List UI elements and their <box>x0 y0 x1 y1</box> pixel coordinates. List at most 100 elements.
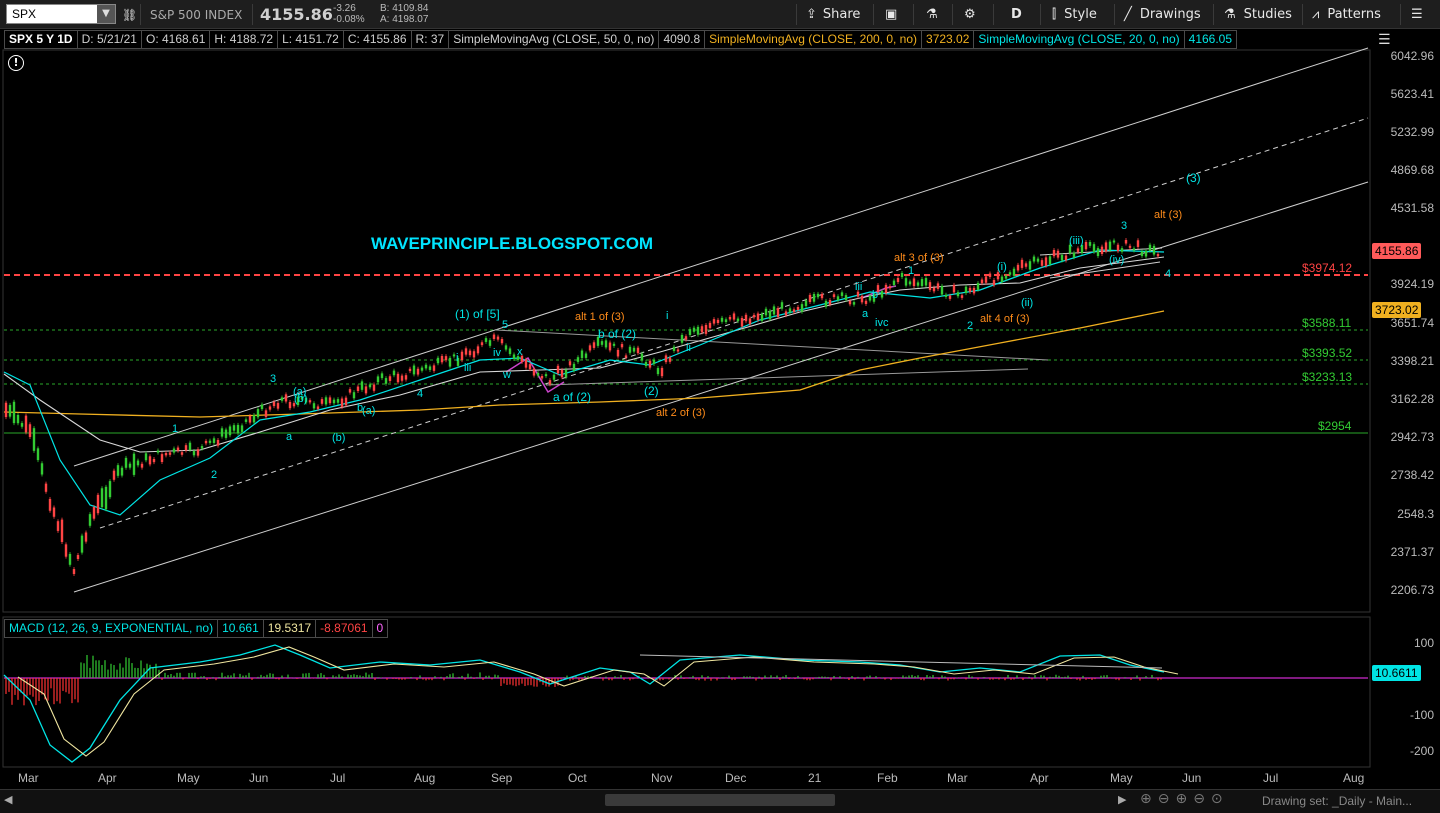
candle-body <box>924 278 928 286</box>
candle-body <box>80 535 84 553</box>
candle-body <box>780 302 784 309</box>
candle-body <box>740 317 744 327</box>
zoom-controls[interactable]: ⊕⊖⊕⊖⊙ <box>1140 791 1229 807</box>
price-axis-label: 3651.74 <box>1390 316 1434 330</box>
wave-label: a of (2) <box>553 390 592 404</box>
candle-body <box>244 419 248 422</box>
wave-label: 2 <box>967 320 974 332</box>
menu-button[interactable]: ☰ <box>1411 0 1423 29</box>
candle-body <box>572 363 576 371</box>
index-name: S&P 500 INDEX <box>150 7 243 22</box>
wave-label: alt 1 of (3) <box>575 311 625 323</box>
candle-body <box>76 555 80 559</box>
candle-body <box>368 384 372 388</box>
macd-panel-border <box>2 616 1371 768</box>
candle-body <box>848 300 852 305</box>
candle-body <box>624 355 628 358</box>
wave-label: ivc <box>875 317 889 329</box>
candle-body <box>648 360 652 368</box>
candle-body <box>152 458 156 463</box>
candle-body <box>4 402 8 418</box>
candle-body <box>836 296 840 301</box>
sma200-label[interactable]: SimpleMovingAvg (CLOSE, 200, 0, no) <box>704 30 923 49</box>
candle-body <box>1088 242 1092 246</box>
candle-body <box>404 375 408 380</box>
share-button[interactable]: ⇪ Share <box>806 0 860 29</box>
candle-body <box>312 403 316 409</box>
pencil-icon: ╱ <box>1124 7 1132 22</box>
candle-body <box>52 507 56 517</box>
candle-body <box>656 368 660 375</box>
time-axis-label: 21 <box>808 771 822 785</box>
wave-label: 5 <box>502 319 509 331</box>
horizontal-scrollbar[interactable] <box>605 794 835 806</box>
symbol-input[interactable]: SPX ▼ <box>6 4 116 24</box>
sma20-value: 4166.05 <box>1183 30 1238 49</box>
sma50-value: 4090.8 <box>658 30 706 49</box>
candle-body <box>896 278 900 283</box>
last-price-tag: 4155.86 <box>1372 243 1422 259</box>
candle-body <box>336 399 340 403</box>
price-axis-label: 2942.73 <box>1390 430 1434 444</box>
change-value: -3.26 <box>333 3 356 14</box>
time-axis-label: May <box>177 771 200 785</box>
macd-axis-neg200: -200 <box>1409 744 1434 758</box>
patterns-button[interactable]: ⩘ Patterns <box>1312 0 1381 29</box>
expand-icon[interactable]: ☰ <box>1378 32 1391 48</box>
candle-body <box>192 450 196 456</box>
flask-icon: ⚗ <box>926 7 938 22</box>
candle-body <box>1116 244 1120 252</box>
price-chart[interactable] <box>0 0 1440 812</box>
candle-body <box>988 273 992 278</box>
link-icon[interactable]: ⛓ <box>122 0 137 29</box>
chart-title: SPX 5 Y 1D <box>4 30 78 49</box>
candle-body <box>16 414 20 424</box>
candle-body <box>588 345 592 351</box>
candle-body <box>432 365 436 371</box>
candle-body <box>260 404 264 410</box>
candle-body <box>136 460 140 466</box>
candle-body <box>692 327 696 332</box>
scroll-left-icon[interactable]: ◀ <box>4 793 12 806</box>
sma50-label[interactable]: SimpleMovingAvg (CLOSE, 50, 0, no) <box>448 30 660 49</box>
style-button[interactable]: ⫿ Style <box>1052 0 1097 29</box>
macd-label[interactable]: MACD (12, 26, 9, EXPONENTIAL, no) <box>4 619 219 638</box>
screenshot-button[interactable]: ▣ <box>885 0 897 29</box>
candle-body <box>436 357 440 364</box>
candle-body <box>144 453 148 461</box>
sma20-label[interactable]: SimpleMovingAvg (CLOSE, 20, 0, no) <box>973 30 1185 49</box>
drawing-set-label[interactable]: Drawing set: _Daily - Main... <box>1262 794 1412 808</box>
candle-body <box>240 425 244 432</box>
candle-body <box>1156 254 1160 257</box>
candle-body <box>460 351 464 361</box>
info-open: O: 4168.61 <box>140 30 211 49</box>
period-button[interactable]: D <box>1011 0 1022 29</box>
candle-body <box>444 356 448 361</box>
candle-body <box>724 319 728 323</box>
candle-body <box>256 409 260 418</box>
candle-body <box>788 308 792 313</box>
settings-button[interactable]: ⚙ <box>964 0 976 29</box>
chevron-down-icon[interactable]: ▼ <box>97 5 115 23</box>
time-axis-label: Sep <box>491 771 513 785</box>
candle-body <box>1124 239 1128 244</box>
wave-label: b of (2) <box>598 327 637 341</box>
drawings-button[interactable]: ╱ Drawings <box>1124 0 1201 29</box>
candle-body <box>612 343 616 346</box>
candle-body <box>328 397 332 404</box>
wave-label: alt 2 of (3) <box>656 407 706 419</box>
time-axis-label: Jul <box>1263 771 1279 785</box>
ask-value: A: 4198.07 <box>380 14 429 25</box>
wave-label: b <box>872 289 879 301</box>
alert-icon[interactable]: ! <box>8 55 24 71</box>
studies-button[interactable]: ⚗ Studies <box>1224 0 1292 29</box>
price-axis-label: 5232.99 <box>1390 125 1434 139</box>
wave-label: (i) <box>997 261 1007 273</box>
candle-body <box>308 400 312 403</box>
scroll-right-icon[interactable]: ▶ <box>1118 793 1126 806</box>
candle-body <box>824 300 828 307</box>
flask-button[interactable]: ⚗ <box>926 0 938 29</box>
candle-body <box>184 445 188 451</box>
candle-body <box>208 440 212 443</box>
candle-body <box>684 336 688 340</box>
